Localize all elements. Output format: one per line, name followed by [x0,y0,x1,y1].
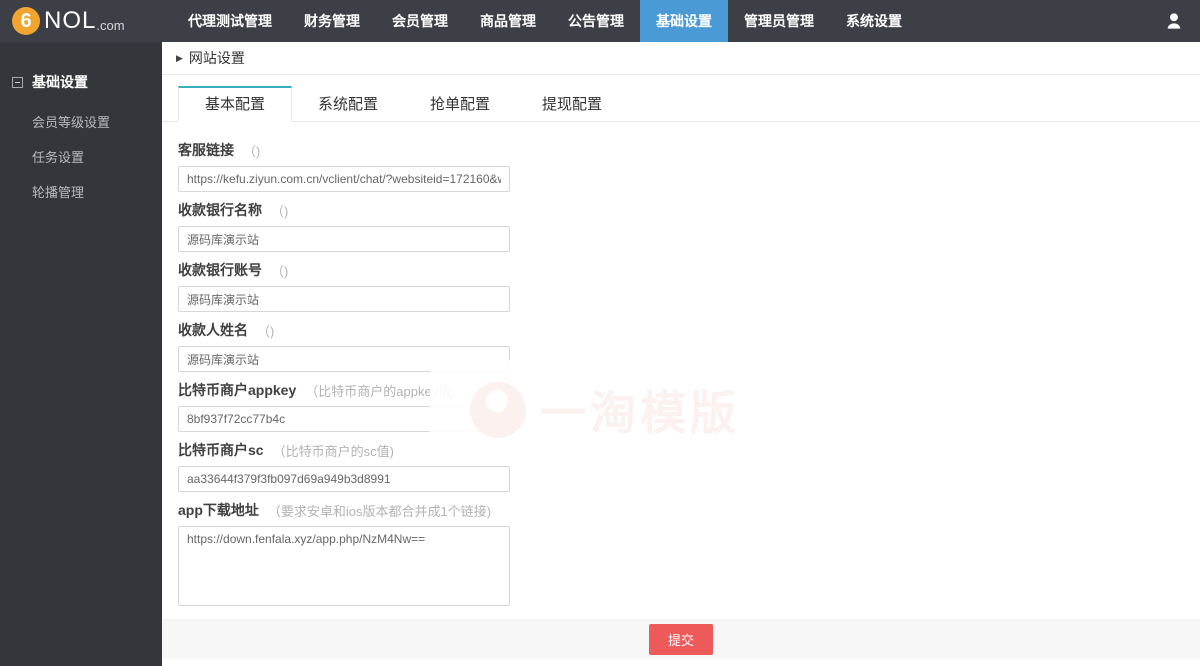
field-label: 收款人姓名 [178,320,248,340]
field-hint: （) [243,141,260,160]
app-logo[interactable]: 6 NOL .com [0,0,162,42]
btc-sc-input[interactable] [178,466,510,492]
field-label: 比特币商户sc [178,440,264,460]
breadcrumb-arrow-icon: ▶ [176,53,183,64]
sidebar: 基础设置 会员等级设置 任务设置 轮播管理 [0,42,162,666]
breadcrumb-title: 网站设置 [189,48,245,68]
field-app-download: app下载地址 （要求安卓和ios版本都合并成1个链接) https://dow… [178,500,1200,611]
settings-form: 客服链接 （) 收款银行名称 （) 收款银行账号 （) 收款人姓名 （) [162,122,1200,611]
field-label: 收款银行账号 [178,260,262,280]
field-bank-name: 收款银行名称 （) [178,200,1200,252]
field-btc-appkey: 比特币商户appkey （比特币商户的appkey值) [178,380,1200,432]
tab-withdraw-config[interactable]: 提现配置 [516,87,628,121]
tab-basic-config[interactable]: 基本配置 [178,86,292,122]
field-hint: （比特币商户的appkey值) [305,381,455,400]
breadcrumb: ▶ 网站设置 [162,42,1200,75]
top-navbar: 6 NOL .com 代理测试管理 财务管理 会员管理 商品管理 公告管理 基础… [0,0,1200,42]
tab-system-config[interactable]: 系统配置 [292,87,404,121]
field-label: 客服链接 [178,140,234,160]
sidebar-item-task-settings[interactable]: 任务设置 [0,139,162,174]
form-footer: 提交 [162,619,1200,659]
logo-name: NOL [44,7,96,35]
nav-item-finance[interactable]: 财务管理 [288,0,376,42]
nav-item-system-settings[interactable]: 系统设置 [830,0,918,42]
sidebar-item-member-levels[interactable]: 会员等级设置 [0,104,162,139]
nav-item-basic-settings[interactable]: 基础设置 [640,0,728,42]
submit-button[interactable]: 提交 [649,624,713,655]
field-hint: （) [271,261,288,280]
field-label: app下载地址 [178,500,259,520]
field-btc-sc: 比特币商户sc （比特币商户的sc值) [178,440,1200,492]
main-nav: 代理测试管理 财务管理 会员管理 商品管理 公告管理 基础设置 管理员管理 系统… [172,0,918,42]
sidebar-section-basic-settings[interactable]: 基础设置 [0,42,162,92]
bank-account-input[interactable] [178,286,510,312]
field-hint: （比特币商户的sc值) [273,441,394,460]
field-hint: （) [271,201,288,220]
config-tabs: 基本配置 系统配置 抢单配置 提现配置 [162,90,1200,122]
sidebar-section-label: 基础设置 [32,72,88,92]
field-kefu-link: 客服链接 （) [178,140,1200,192]
tab-grab-order-config[interactable]: 抢单配置 [404,87,516,121]
nav-item-agent-test[interactable]: 代理测试管理 [172,0,288,42]
payee-name-input[interactable] [178,346,510,372]
nav-item-announcements[interactable]: 公告管理 [552,0,640,42]
field-label: 收款银行名称 [178,200,262,220]
field-hint: （) [257,321,274,340]
field-payee-name: 收款人姓名 （) [178,320,1200,372]
nav-item-products[interactable]: 商品管理 [464,0,552,42]
logo-badge-icon: 6 [12,7,40,35]
bank-name-input[interactable] [178,226,510,252]
field-label: 比特币商户appkey [178,380,296,400]
field-bank-account: 收款银行账号 （) [178,260,1200,312]
collapse-minus-icon[interactable] [12,77,23,88]
btc-appkey-input[interactable] [178,406,510,432]
main-content: ▶ 网站设置 基本配置 系统配置 抢单配置 提现配置 客服链接 （) 收款银行名… [162,42,1200,666]
app-download-textarea[interactable]: https://down.fenfala.xyz/app.php/NzM4Nw=… [178,526,510,606]
field-hint: （要求安卓和ios版本都合并成1个链接) [268,501,491,520]
user-icon[interactable] [1164,11,1184,31]
nav-item-admins[interactable]: 管理员管理 [728,0,830,42]
nav-item-members[interactable]: 会员管理 [376,0,464,42]
sidebar-item-carousel[interactable]: 轮播管理 [0,174,162,209]
logo-suffix: .com [96,18,124,33]
kefu-link-input[interactable] [178,166,510,192]
